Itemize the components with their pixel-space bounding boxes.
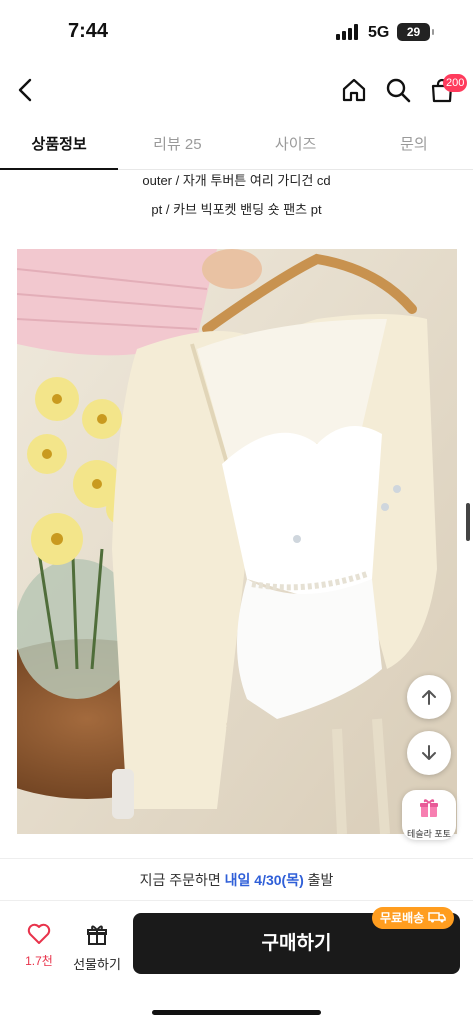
top-navigation bbox=[0, 62, 473, 122]
signal-icon bbox=[336, 24, 358, 40]
tab-inquiry[interactable]: 문의 bbox=[355, 122, 473, 169]
scroll-up-button[interactable] bbox=[407, 675, 451, 719]
bottom-action-bar: 1.7천 선물하기 구매하기 무료배송 bbox=[0, 900, 473, 1024]
product-tabs: 상품정보 리뷰 25 사이즈 문의 bbox=[0, 122, 473, 170]
notice-prefix: 지금 주문하면 bbox=[139, 872, 225, 888]
search-icon bbox=[386, 78, 411, 103]
home-button[interactable] bbox=[338, 74, 370, 106]
scrollbar-thumb[interactable] bbox=[466, 503, 470, 541]
truck-icon bbox=[427, 912, 446, 923]
like-button[interactable]: 1.7천 bbox=[18, 923, 60, 969]
tab-size[interactable]: 사이즈 bbox=[237, 122, 355, 169]
status-bar: 7:44 5G 29 bbox=[0, 0, 473, 62]
tab-reviews[interactable]: 리뷰 25 bbox=[118, 122, 236, 169]
status-time: 7:44 bbox=[68, 20, 109, 42]
free-shipping-label: 무료배송 bbox=[380, 911, 425, 925]
delivery-notice: 지금 주문하면 내일 4/30(목) 출발 bbox=[0, 858, 473, 900]
home-icon bbox=[342, 78, 366, 102]
photo-gift-label: 테슬라 포토 bbox=[407, 829, 451, 839]
arrow-up-icon bbox=[422, 690, 436, 705]
gift-button[interactable]: 선물하기 bbox=[70, 923, 124, 973]
network-type: 5G bbox=[368, 24, 390, 41]
description-line-2: pt / 카브 빅포켓 밴딩 숏 팬츠 pt bbox=[151, 202, 322, 217]
arrow-down-icon bbox=[422, 745, 436, 760]
gift-icon bbox=[420, 799, 438, 817]
notice-date: 내일 4/30(목) bbox=[224, 872, 304, 888]
battery-icon: 29 bbox=[397, 23, 434, 41]
photo-gift-button[interactable]: 테슬라 포토 bbox=[402, 790, 456, 840]
home-indicator bbox=[152, 1010, 321, 1015]
notice-suffix: 출발 bbox=[303, 872, 334, 888]
cart-badge: 200 bbox=[443, 74, 468, 92]
product-photo bbox=[17, 249, 457, 834]
gift-label: 선물하기 bbox=[73, 957, 121, 972]
back-icon bbox=[18, 78, 32, 102]
like-count: 1.7천 bbox=[25, 954, 53, 968]
scroll-down-button[interactable] bbox=[407, 731, 451, 775]
heart-icon bbox=[27, 923, 51, 944]
gift-icon bbox=[87, 925, 107, 945]
free-shipping-badge: 무료배송 bbox=[372, 907, 454, 929]
tab-product-info[interactable]: 상품정보 bbox=[0, 122, 119, 170]
search-button[interactable] bbox=[382, 74, 414, 106]
back-button[interactable] bbox=[10, 74, 42, 106]
description-line-1: outer / 자개 투버튼 여리 가디건 cd bbox=[142, 173, 331, 188]
